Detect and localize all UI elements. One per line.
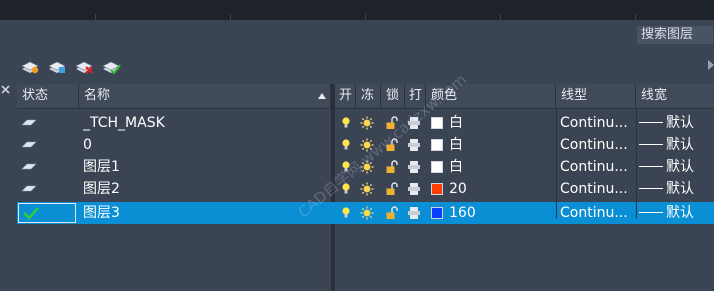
printer-icon[interactable] xyxy=(407,138,421,152)
color-swatch[interactable] xyxy=(431,139,443,151)
color-label[interactable]: 白 xyxy=(449,112,549,134)
lineweight-sample xyxy=(639,211,663,213)
header-lineweight[interactable]: 线宽 xyxy=(636,84,714,108)
lineweight-label: 默认 xyxy=(666,159,694,175)
layer-status[interactable] xyxy=(17,134,77,156)
layer-sheet-icon xyxy=(21,141,37,148)
unlock-icon[interactable] xyxy=(385,182,399,196)
layer-row[interactable]: 图层2 20 Continu... 默认 xyxy=(17,178,714,200)
printer-icon[interactable] xyxy=(407,206,421,220)
new-layer-icon[interactable] xyxy=(20,59,40,75)
lineweight-label: 默认 xyxy=(666,181,694,197)
layer-status[interactable] xyxy=(17,112,77,134)
lineweight-sample xyxy=(639,165,663,167)
color-swatch[interactable] xyxy=(431,161,443,173)
layer-status[interactable] xyxy=(17,156,77,178)
lineweight-cell[interactable]: 默认 xyxy=(639,134,714,156)
layer-sheet-icon xyxy=(21,185,37,192)
header-name-label: 名称 xyxy=(84,88,111,103)
layer-name[interactable]: 图层2 xyxy=(83,178,323,200)
sun-thaw-icon[interactable] xyxy=(360,182,374,196)
lineweight-sample xyxy=(639,121,663,123)
new-layer-vp-frozen-icon[interactable] xyxy=(47,59,67,75)
column-divider xyxy=(556,108,557,218)
layer-name[interactable]: _TCH_MASK xyxy=(83,112,323,134)
layer-sheet-icon xyxy=(21,119,37,126)
expand-arrow-icon[interactable] xyxy=(708,60,714,70)
set-current-layer-icon[interactable] xyxy=(101,59,121,75)
lineweight-cell[interactable]: 默认 xyxy=(639,112,714,134)
lightbulb-on-icon[interactable] xyxy=(339,138,353,152)
lineweight-cell[interactable]: 默认 xyxy=(639,178,714,200)
lineweight-label: 默认 xyxy=(666,137,694,153)
lineweight-cell[interactable]: 默认 xyxy=(639,202,714,224)
linetype-cell[interactable]: Continu... xyxy=(560,202,637,224)
lightbulb-on-icon[interactable] xyxy=(339,206,353,220)
sort-ascending-icon xyxy=(318,93,326,99)
column-divider xyxy=(636,108,637,218)
search-input[interactable]: 搜索图层 xyxy=(637,26,713,44)
color-label[interactable]: 白 xyxy=(449,156,549,178)
current-layer-check-icon xyxy=(23,207,39,220)
header-freeze[interactable]: 冻 xyxy=(356,84,381,108)
color-label[interactable]: 160 xyxy=(449,202,549,224)
layer-status[interactable] xyxy=(18,203,76,223)
header-lock[interactable]: 锁 xyxy=(381,84,405,108)
lightbulb-on-icon[interactable] xyxy=(339,116,353,130)
color-swatch[interactable] xyxy=(431,207,443,219)
layer-name[interactable]: 图层1 xyxy=(83,156,323,178)
color-label[interactable]: 白 xyxy=(449,134,549,156)
lineweight-sample xyxy=(639,143,663,145)
layer-sheet-icon xyxy=(21,163,37,170)
printer-icon[interactable] xyxy=(407,160,421,174)
layer-status[interactable] xyxy=(17,178,77,200)
layer-name[interactable]: 图层3 xyxy=(83,202,323,224)
layer-table-header: 状态 名称 开 冻 锁 打 颜色 线型 线宽 xyxy=(17,84,714,109)
lineweight-sample xyxy=(639,187,663,189)
unlock-icon[interactable] xyxy=(385,160,399,174)
linetype-cell[interactable]: Continu... xyxy=(560,178,637,200)
color-swatch[interactable] xyxy=(431,117,443,129)
header-on[interactable]: 开 xyxy=(335,84,356,108)
header-status[interactable]: 状态 xyxy=(17,84,79,108)
canvas-strip xyxy=(0,0,714,21)
unlock-icon[interactable] xyxy=(385,206,399,220)
header-name[interactable]: 名称 xyxy=(79,84,331,108)
linetype-cell[interactable]: Continu... xyxy=(560,134,637,156)
linetype-cell[interactable]: Continu... xyxy=(560,112,637,134)
lineweight-label: 默认 xyxy=(666,115,694,131)
color-swatch[interactable] xyxy=(431,183,443,195)
close-icon[interactable] xyxy=(1,84,11,96)
linetype-cell[interactable]: Continu... xyxy=(560,156,637,178)
lineweight-label: 默认 xyxy=(666,205,694,221)
lineweight-cell[interactable]: 默认 xyxy=(639,156,714,178)
layer-row[interactable]: 图层3 160 Continu... 默认 xyxy=(17,202,714,224)
color-label[interactable]: 20 xyxy=(449,178,549,200)
sun-thaw-icon[interactable] xyxy=(360,206,374,220)
layer-row[interactable]: _TCH_MASK 白 Continu... 默认 xyxy=(17,112,714,134)
layer-name[interactable]: 0 xyxy=(83,134,323,156)
sun-thaw-icon[interactable] xyxy=(360,116,374,130)
printer-icon[interactable] xyxy=(407,182,421,196)
header-linetype[interactable]: 线型 xyxy=(556,84,636,108)
delete-layer-icon[interactable] xyxy=(74,59,94,75)
